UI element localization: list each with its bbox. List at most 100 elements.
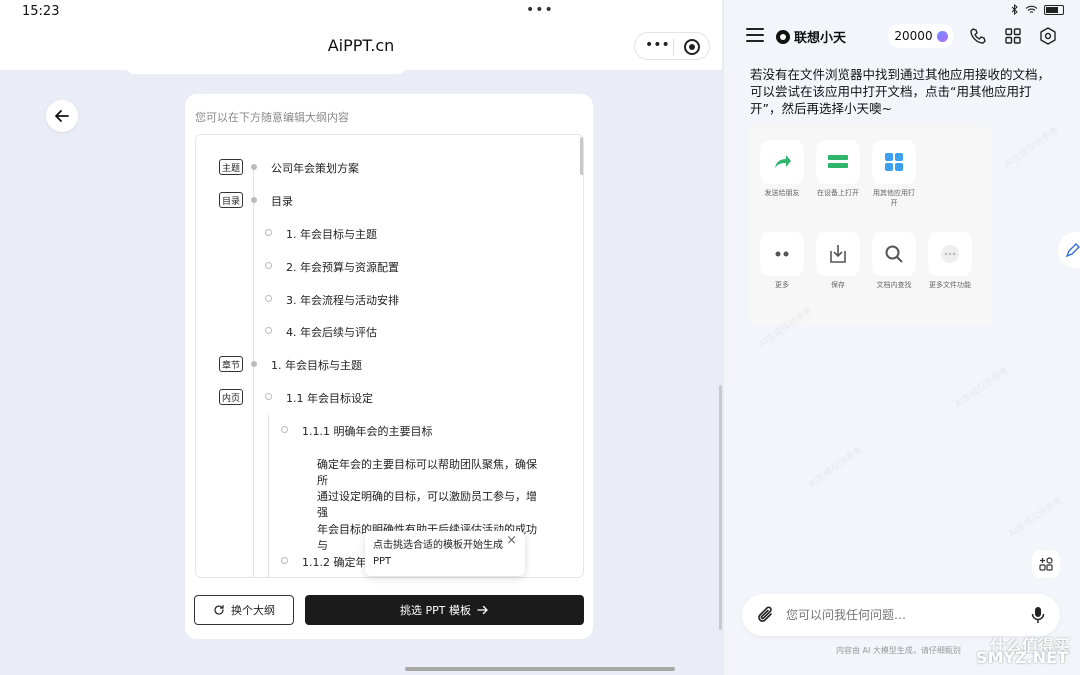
node-dot [265,327,272,334]
node-dot [251,197,257,203]
share-option: 在设备上打开 [814,140,862,198]
share-option-label: 更多文件功能 [929,281,971,289]
outline-paragraph[interactable]: 通过设定明确的目标，可以激励员工参与，增强 [317,488,543,520]
node-dot [281,426,288,433]
outline-title[interactable]: 公司年会策划方案 [271,160,359,176]
refresh-icon [214,604,224,615]
attach-clip-icon[interactable] [756,605,776,625]
share-sheet-image: 发送给朋友 在设备上打开 用其他应用打开 更多 保存 文档内查找 更多文件功能 [750,126,992,324]
pane-scrollbar[interactable] [719,385,722,630]
share-option: 更多 [758,232,806,290]
share-option-label: 用其他应用打开 [873,189,915,207]
share-option: 用其他应用打开 [870,140,918,208]
mini-app-pane: 15:23 ••• AiPPT.cn ••• 您可以在下方随意编辑大纲内容 主题… [0,0,722,675]
search-icon [872,232,916,276]
brand-name: 联想小天 [794,31,847,46]
node-dot [251,164,257,170]
ai-watermark: AI生成仅供参考 [1003,125,1061,170]
more-circle-icon [928,232,972,276]
header-strip [126,66,406,74]
add-widget-button[interactable] [1032,550,1060,578]
assistant-pane: 联想小天 20000 若没有在文件浏览器中找到通过其他应用接收的文档，可以尝试在… [724,0,1080,675]
outline-toc-item[interactable]: 3. 年会流程与活动安排 [286,292,399,308]
chat-input-bar [742,594,1060,636]
gem-icon [936,30,948,42]
change-outline-label: 换个大纲 [231,604,275,617]
outline-editor[interactable]: 主题 公司年会策划方案 目录 目录 1. 年会目标与主题 2. 年会预算与资源配… [195,134,584,578]
site-watermark-url: SMYZ.NET [976,648,1068,667]
tag-page: 内页 [219,389,243,405]
settings-hex-icon[interactable] [1038,26,1058,46]
node-dot [265,393,272,400]
share-arrow-icon [760,140,804,184]
outline-toc-item[interactable]: 1. 年会目标与主题 [286,226,377,242]
change-outline-button[interactable]: 换个大纲 [194,595,294,625]
wifi-icon [1025,5,1038,13]
more-button[interactable]: ••• [645,37,670,53]
share-option-label: 文档内查找 [876,281,912,289]
node-dot [265,295,272,302]
home-indicator[interactable] [405,667,675,671]
node-dot [251,361,257,367]
outline-toc-item[interactable]: 2. 年会预算与资源配置 [286,259,399,275]
outline-paragraph[interactable]: 确定年会的主要目标可以帮助团队聚焦，确保所 [317,456,543,488]
brand-mark-icon [776,29,790,44]
tag-theme: 主题 [219,159,243,175]
ai-disclaimer: 内容由 AI 大模型生成，请仔细甄别 [836,646,961,655]
status-time: 15:23 [22,4,60,19]
chat-input[interactable] [786,604,1006,626]
tree-line [253,168,254,577]
select-template-label: 挑选 PPT 模板 [400,604,471,617]
pen-icon [1065,243,1080,258]
share-option-label: 更多 [775,281,789,289]
outline-hint: 您可以在下方随意编辑大纲内容 [195,111,349,124]
floating-pen[interactable] [1058,232,1080,268]
other-apps-icon [872,140,916,184]
back-button[interactable] [46,100,78,132]
widget-add-icon [1039,557,1053,571]
capsule-divider [673,39,674,55]
menu-icon[interactable] [746,28,764,42]
share-option: 发送给朋友 [758,140,806,198]
tag-chapter: 章节 [219,356,243,372]
more-dots-icon [760,232,804,276]
outline-section[interactable]: 1.1 年会目标设定 [286,390,373,406]
mini-app-header: 15:23 ••• AiPPT.cn ••• [0,0,722,70]
share-option-label: 在设备上打开 [817,189,859,197]
page-title: AiPPT.cn [327,36,395,55]
close-icon[interactable]: × [506,533,517,549]
save-download-icon [816,232,860,276]
share-option: 文档内查找 [870,232,918,290]
ai-watermark: AI生成仅供参考 [807,445,865,490]
outline-subsection[interactable]: 1.1.1 明确年会的主要目标 [302,423,433,439]
node-dot [265,262,272,269]
outline-chapter[interactable]: 1. 年会目标与主题 [271,357,362,373]
tag-toc: 目录 [219,192,243,208]
node-dot [281,557,288,564]
share-option-label: 保存 [831,281,845,289]
battery-icon [1044,4,1064,15]
tree-line-sub [268,415,269,577]
credits-value: 20000 [894,29,933,43]
ai-watermark: AI生成仅供参考 [1007,495,1065,540]
outline-toc-item[interactable]: 4. 年会后续与评估 [286,324,377,340]
assistant-message: 若没有在文件浏览器中找到通过其他应用接收的文档，可以尝试在该应用中打开文档，点击… [750,67,1051,116]
arrow-left-icon [55,110,69,122]
tooltip-text: 点击挑选合适的模板开始生成PPT [373,540,503,567]
arrow-right-icon [477,605,488,615]
outline-toc[interactable]: 目录 [271,193,293,209]
grid-apps-icon[interactable] [1003,26,1023,46]
microphone-icon[interactable] [1030,605,1046,625]
outline-scrollbar[interactable] [580,137,583,175]
bluetooth-icon [1011,4,1018,15]
generate-tooltip: 点击挑选合适的模板开始生成PPT × [365,531,525,576]
multitask-dots[interactable]: ••• [526,2,554,18]
assistant-logo: 联想小天 [776,27,846,46]
mini-app-capsule: ••• [634,32,710,60]
select-template-button[interactable]: 挑选 PPT 模板 [305,595,584,625]
credits-badge[interactable]: 20000 [888,24,954,48]
share-option-label: 发送给朋友 [764,189,800,197]
close-mini-app-icon[interactable] [684,39,700,55]
phone-icon[interactable] [968,26,988,46]
ai-watermark: AI生成仅供参考 [953,365,1011,410]
